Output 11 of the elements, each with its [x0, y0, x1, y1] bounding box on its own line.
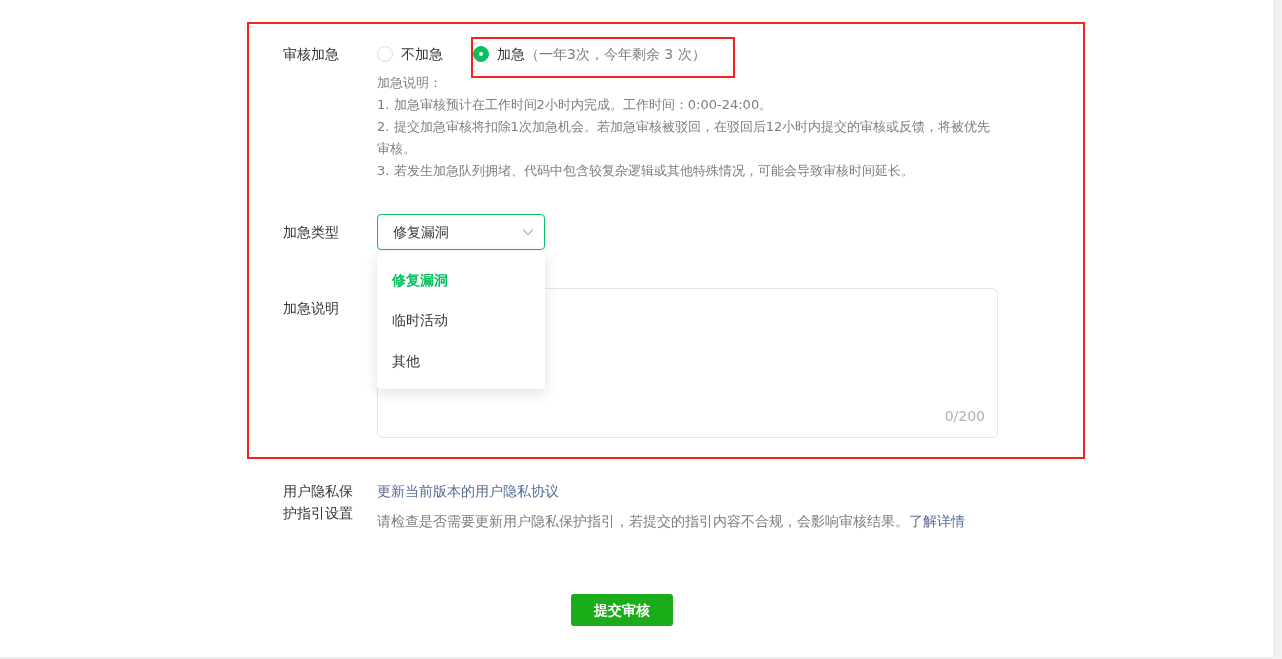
- select-value: 修复漏洞: [393, 222, 449, 242]
- field-label: 加急类型: [283, 222, 340, 242]
- note-line: 1. 加急审核预计在工作时间2小时内完成。工作时间：0:00-24:00。: [377, 96, 774, 114]
- field-label: 审核加急: [283, 45, 340, 64]
- character-counter: 0/200: [944, 407, 985, 426]
- note-line: 加急说明：: [377, 74, 443, 92]
- privacy-note: 请检查是否需要更新用户隐私保护指引，若提交的指引内容不合规，会影响审核结果。了解详情: [377, 512, 966, 531]
- note-line: 3. 若发生加急队列拥堵、代码中包含较复杂逻辑或其他特殊情况，可能会导致审核时间延长。: [377, 162, 915, 180]
- note-line: 2. 提交加急审核将扣除1次加急机会。若加急审核被驳回，在驳回后12小时内提交的审核或反馈，将被优先审核。: [377, 118, 992, 158]
- field-label: 加急说明: [283, 299, 340, 318]
- field-label: 用户隐私保护指引设置: [283, 482, 354, 523]
